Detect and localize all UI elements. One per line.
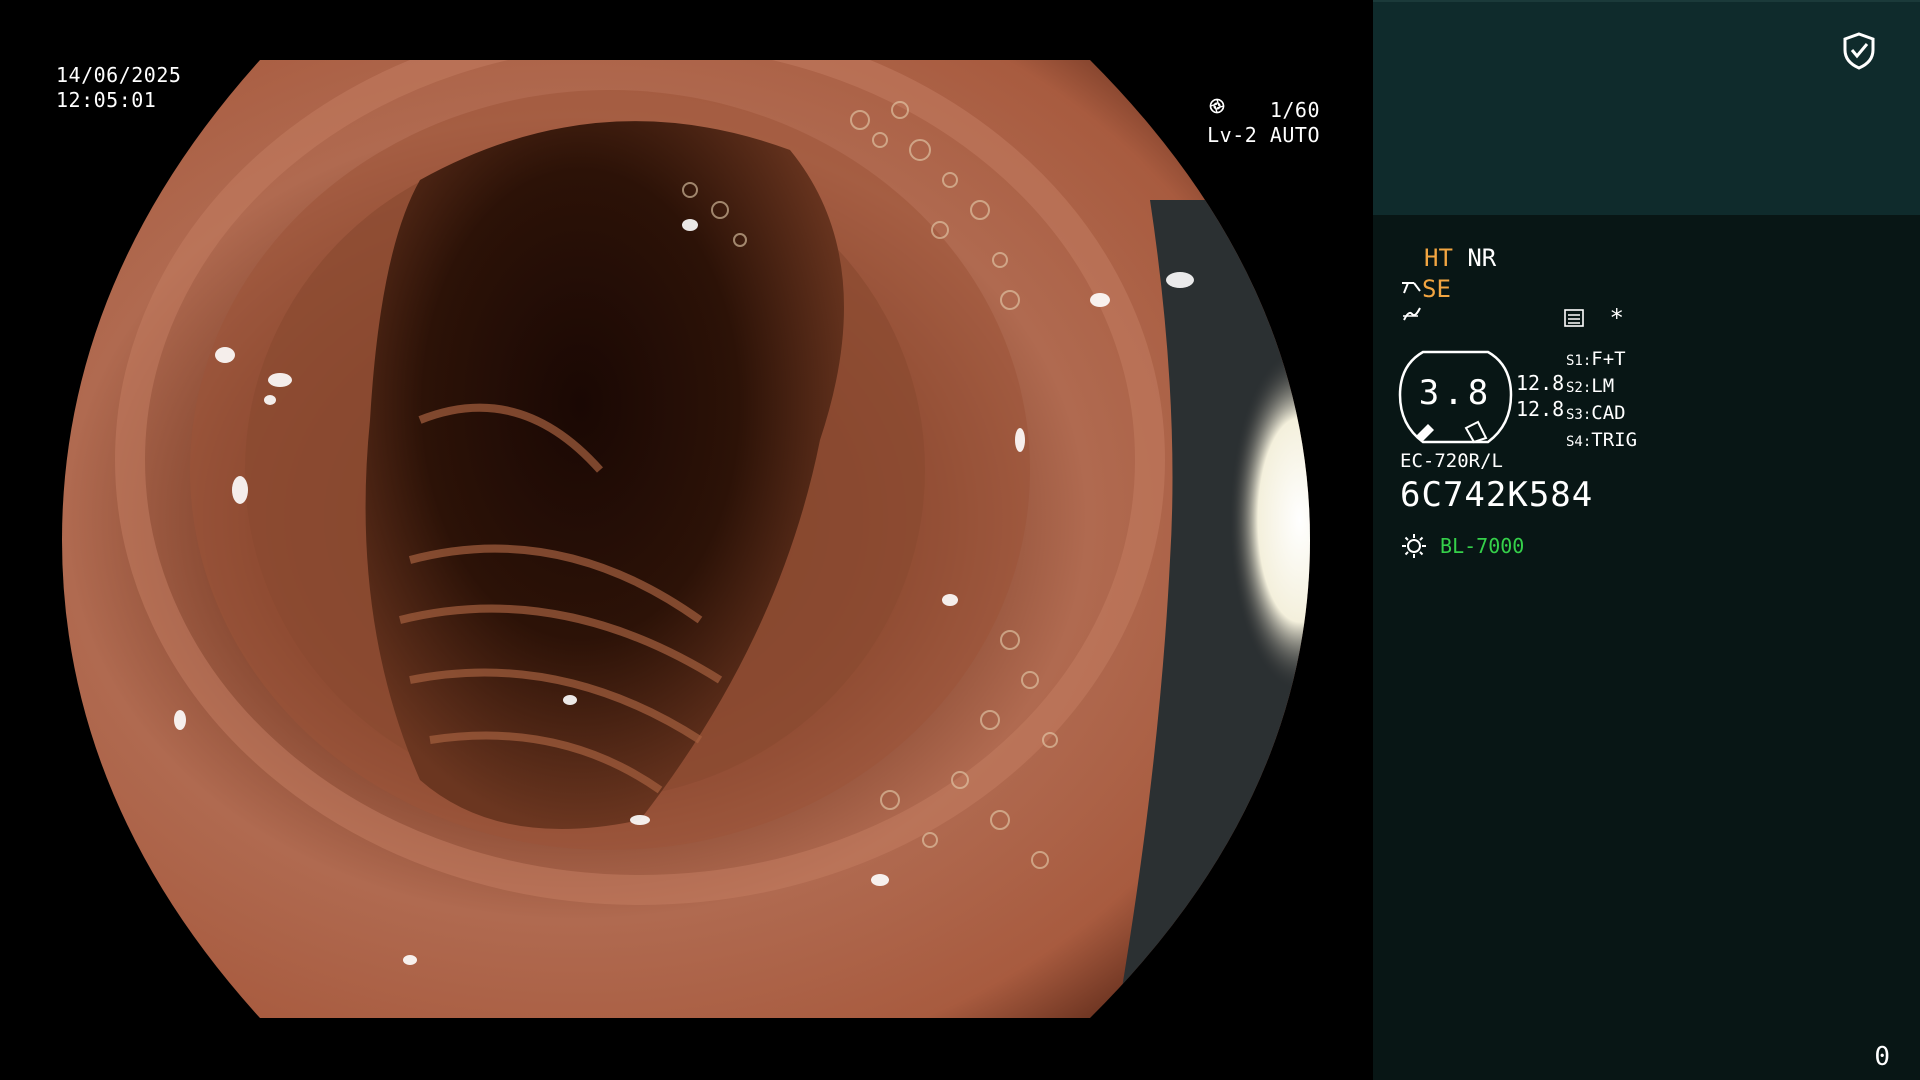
menu-icon xyxy=(1564,309,1584,327)
star-mark: * xyxy=(1609,304,1624,332)
shutter-speed: 1/60 xyxy=(1269,98,1320,122)
mode-se-row: SE xyxy=(1400,275,1451,303)
mode-row: HT NR xyxy=(1424,244,1496,272)
panel-header xyxy=(1373,0,1920,217)
light-source-row: BL-7000 xyxy=(1400,532,1524,560)
shield-check-icon xyxy=(1843,32,1875,70)
endoscope-view: 14/06/2025 12:05:01 1/60 Lv-2 AUTO xyxy=(0,0,1373,1080)
flash-icon xyxy=(1403,307,1421,321)
gauge-side-values: 12.8 12.8 xyxy=(1516,370,1564,422)
preset-item: S1:F+T xyxy=(1566,348,1626,370)
preset-item: S2:LM xyxy=(1566,375,1615,397)
iris-level: Lv-2 AUTO xyxy=(1207,123,1320,147)
date-time: 14/06/2025 12:05:01 xyxy=(56,63,181,113)
gauge-value: 3.8 xyxy=(1418,373,1493,413)
time: 12:05:01 xyxy=(56,88,157,112)
scope-model: EC-720R/L xyxy=(1400,450,1503,472)
exposure-info: 1/60 Lv-2 AUTO xyxy=(1207,98,1320,148)
gauge-side-value: 12.8 xyxy=(1516,371,1565,395)
mode-nr: NR xyxy=(1467,244,1497,272)
status-panel xyxy=(1373,215,1920,1080)
gauge-side-value: 12.8 xyxy=(1516,397,1565,421)
light-source-icon xyxy=(1402,534,1426,558)
endoscopic-image xyxy=(62,60,1310,1018)
preset-list: S1:F+T S2:LM S3:CAD S4:TRIG xyxy=(1566,347,1637,455)
iris-icon xyxy=(1209,98,1225,114)
date: 14/06/2025 xyxy=(56,63,182,87)
menu-row: * xyxy=(1563,304,1624,332)
scope-angle-icon xyxy=(1402,282,1421,294)
light-source-name: BL-7000 xyxy=(1440,534,1525,558)
mode-se: SE xyxy=(1422,275,1451,303)
preset-item: S3:CAD xyxy=(1566,402,1626,424)
scope-serial: 6C742K584 xyxy=(1400,475,1594,515)
preset-item: S4:TRIG xyxy=(1566,429,1638,451)
counter: 0 xyxy=(1874,1042,1890,1072)
mode-ht: HT xyxy=(1424,244,1453,272)
flash-row xyxy=(1400,304,1422,332)
